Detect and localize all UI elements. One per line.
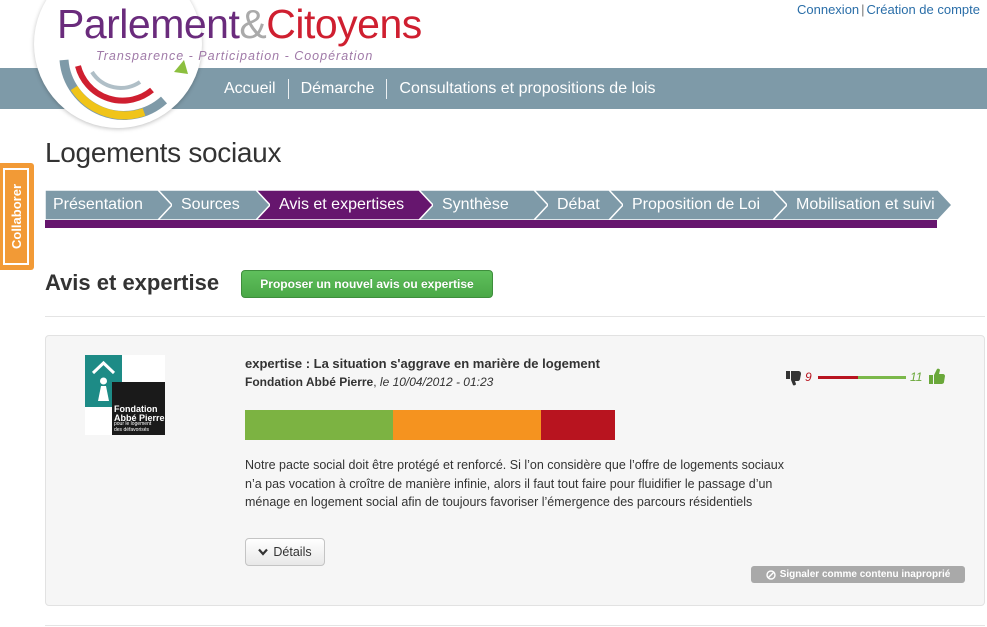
step-avis-expertises[interactable]: Avis et expertises [255, 190, 433, 220]
step-label: Avis et expertises [279, 196, 405, 213]
step-label: Présentation [53, 196, 143, 213]
collaborer-tab[interactable]: Collaborer [0, 163, 34, 270]
avis-rating-bar [245, 410, 615, 440]
signup-link[interactable]: Création de compte [867, 2, 980, 17]
rating-segment-orange [393, 410, 541, 440]
collaborer-frame: Collaborer [3, 168, 29, 265]
collaborer-label: Collaborer [8, 183, 24, 250]
vote-widget: 9 11 [785, 367, 950, 387]
avis-author[interactable]: Fondation Abbé Pierre [245, 375, 373, 389]
avis-date: le 10/04/2012 - 01:23 [379, 375, 494, 389]
thumbs-down-icon[interactable] [785, 369, 803, 386]
step-mobilisation[interactable]: Mobilisation et suivi [772, 190, 952, 220]
nav-item-consultations[interactable]: Consultations et propositions de lois [387, 80, 667, 98]
login-link[interactable]: Connexion [797, 2, 859, 17]
thumbs-up-icon[interactable] [928, 368, 946, 385]
votes-up-bar [858, 376, 906, 379]
step-label: Mobilisation et suivi [796, 196, 935, 213]
details-button[interactable]: Détails [245, 538, 325, 566]
step-proposition-loi[interactable]: Proposition de Loi [608, 190, 787, 220]
divider [45, 316, 985, 317]
propose-avis-button[interactable]: Proposer un nouvel avis ou expertise [241, 270, 493, 298]
step-synthese[interactable]: Synthèse [418, 190, 548, 220]
rating-segment-green [245, 410, 393, 440]
link-separator: | [861, 2, 865, 17]
site-logo[interactable]: Parlement&Citoyens [57, 4, 422, 45]
nav-item-accueil[interactable]: Accueil [212, 80, 288, 98]
step-presentation[interactable]: Présentation [45, 190, 172, 220]
chevron-down-icon [258, 548, 269, 556]
section-title: Avis et expertise [45, 270, 220, 295]
nav-item-demarche[interactable]: Démarche [289, 80, 387, 98]
step-label: Proposition de Loi [632, 196, 761, 213]
org-logo: Fondation Abbé Pierre pour le logement d… [85, 355, 165, 435]
avis-meta: Fondation Abbé Pierre, le 10/04/2012 - 0… [245, 375, 494, 389]
page-title: Logements sociaux [45, 137, 282, 168]
forbidden-icon [766, 569, 776, 580]
report-label: Signaler comme contenu inaproprié [779, 569, 951, 580]
votes-up-count: 11 [910, 370, 923, 384]
divider [45, 625, 985, 626]
site-tagline: Transparence - Participation - Coopérati… [96, 49, 374, 63]
avis-body: Notre pacte social doit être protégé et … [245, 458, 784, 509]
steps-underline [45, 220, 937, 228]
main-nav: Accueil Démarche Consultations et propos… [212, 68, 668, 109]
report-button[interactable]: Signaler comme contenu inaproprié [751, 566, 965, 583]
rating-segment-red [541, 410, 615, 440]
step-sources[interactable]: Sources [157, 190, 270, 220]
avis-title[interactable]: expertise : La situation s'aggrave en ma… [245, 356, 600, 371]
details-label: Détails [273, 545, 312, 559]
votes-down-bar [818, 376, 858, 379]
votes-down-count: 9 [805, 370, 812, 384]
account-links: Connexion | Création de compte [797, 2, 980, 17]
org-logo-subtext: pour le logement des défavorisés [114, 421, 152, 433]
process-steps: Présentation Sources Avis et expertises … [45, 190, 952, 220]
